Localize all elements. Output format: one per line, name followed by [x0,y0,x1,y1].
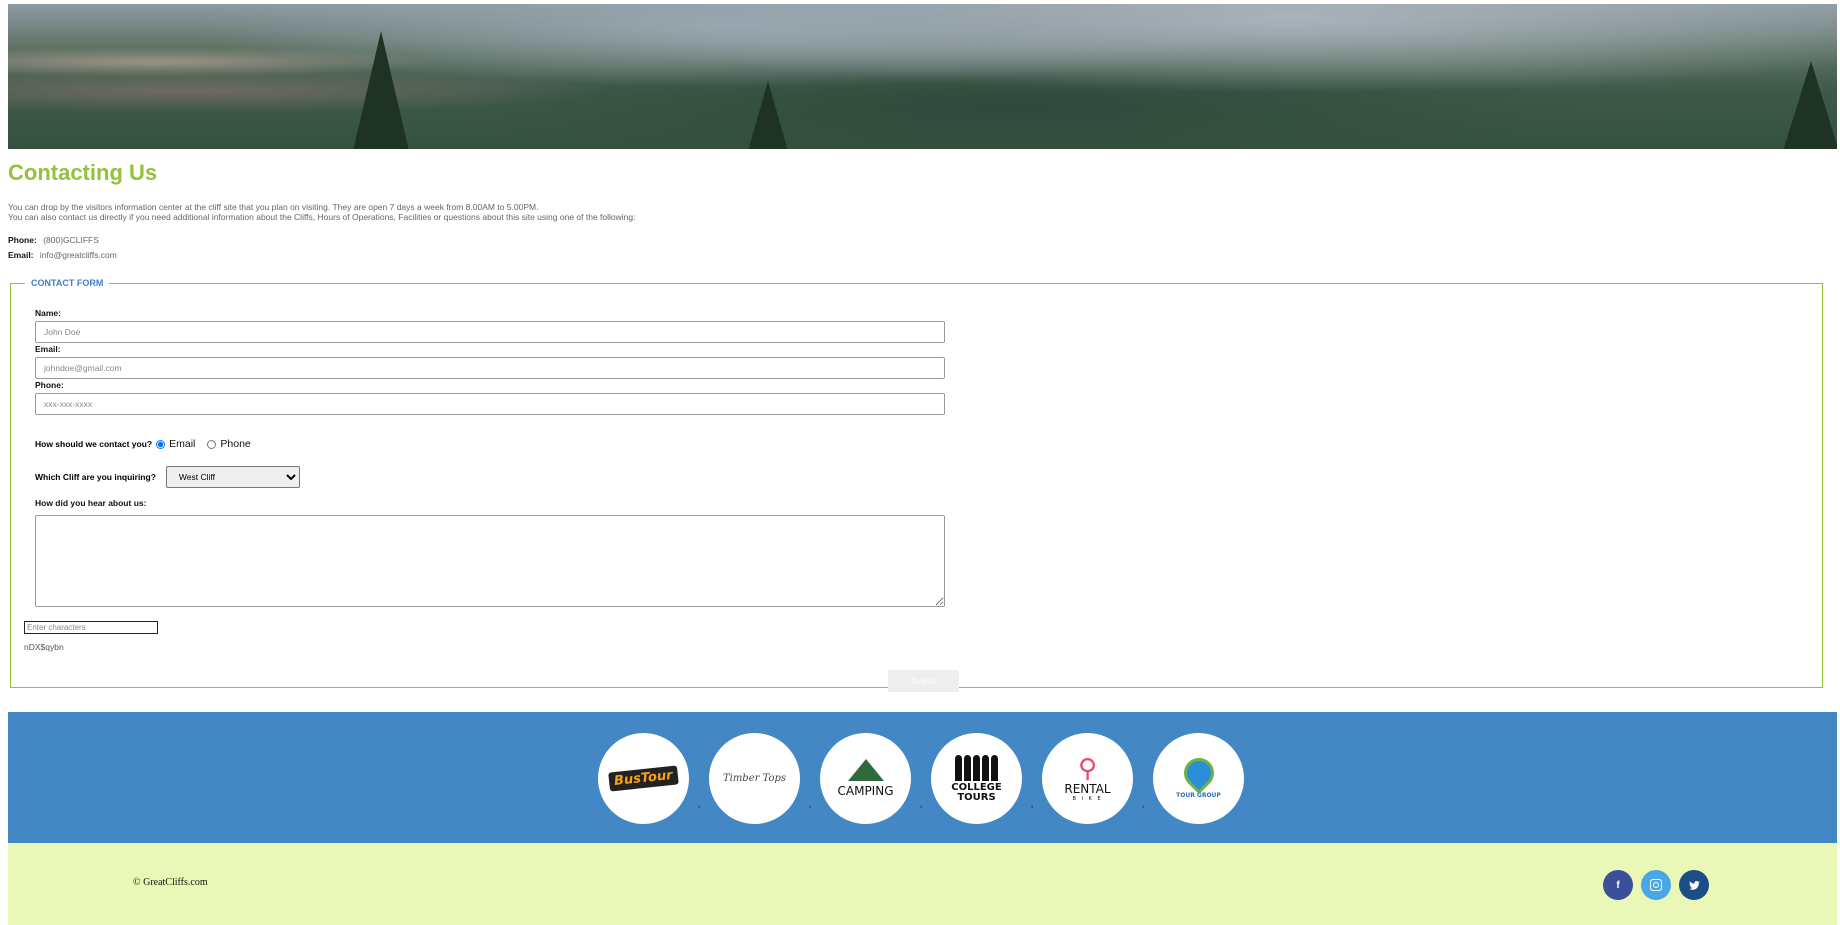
bus-tour-logo-text: BusTour [608,765,679,792]
submit-button[interactable]: Submit [888,670,959,692]
name-input[interactable] [35,321,945,343]
footer: © GreatCliffs.com f [8,843,1837,925]
camping-logo-text: CAMPING [837,784,894,798]
partner-item: CAMPING , [820,733,931,824]
twitter-icon[interactable] [1679,870,1709,900]
phone-label: Phone: [8,235,37,245]
logo-separator: , [808,799,812,810]
tent-icon [847,759,884,781]
contact-method-phone-label: Phone [220,438,251,450]
logo-separator: , [1141,799,1145,810]
intro-text: You can drop by the visitors information… [8,202,635,222]
tree-decoration [1783,61,1837,149]
leaf-drop-icon [1177,751,1220,795]
people-silhouette-icon [955,754,998,781]
email-value: info@greatcliffs.com [39,250,117,260]
logo-separator: , [697,799,701,810]
facebook-icon[interactable]: f [1603,870,1633,900]
page-title: Contacting Us [8,160,158,185]
social-links: f [1603,870,1709,900]
phone-value: (800)GCLIFFS [43,235,99,245]
contact-method-email-label: Email [169,438,196,450]
cliff-select-group: Which Cliff are you inquiring? West Clif… [35,466,300,488]
contact-email: Email: info@greatcliffs.com [8,250,117,260]
contact-form-legend: CONTACT FORM [31,278,104,288]
instagram-icon[interactable] [1641,870,1671,900]
partner-item: BusTour , [598,733,709,824]
contact-phone: Phone: (800)GCLIFFS [8,235,99,245]
intro-line-1: You can drop by the visitors information… [8,202,539,212]
contact-method-email-radio[interactable] [156,439,166,449]
intro-line-2: You can also contact us directly if you … [8,212,636,222]
contact-form: CONTACT FORM Name: Email: Phone: How sho… [10,278,1823,692]
partners-section: BusTour , Timber Tops , CAMPING , COLLEG… [8,712,1837,843]
bicycle-icon: ⚲ [1077,753,1098,784]
rental-bike-logo-subtext: B I K E [1072,795,1103,802]
copyright-text: © GreatCliffs.com [133,877,208,888]
partner-item: COLLEGE TOURS , [931,733,1042,824]
hear-about-label: How did you hear about us: [35,498,147,508]
name-label: Name: [35,308,61,318]
timber-tops-logo-text: Timber Tops [722,773,787,784]
logo-separator: , [919,799,923,810]
partner-item: ⚲ RENTAL B I K E , [1042,733,1153,824]
tree-decoration [353,31,409,149]
hear-about-textarea[interactable] [35,515,945,607]
logo-separator: , [1030,799,1034,810]
email-label: Email: [8,250,34,260]
camping-logo[interactable]: CAMPING [820,733,911,824]
bus-tour-logo[interactable]: BusTour [598,733,689,824]
college-tours-logo-text: COLLEGE TOURS [951,781,1002,803]
captcha-code: nDX$qybn [24,642,64,652]
email-label: Email: [35,344,61,354]
email-input[interactable] [35,357,945,379]
contact-method-phone-radio[interactable] [207,439,217,449]
tree-decoration [748,81,788,149]
tour-group-logo[interactable]: TOUR GROUP [1153,733,1244,824]
cliff-question: Which Cliff are you inquiring? [35,472,156,482]
partner-item: Timber Tops , [709,733,820,824]
header-banner-image [8,4,1837,149]
captcha-input[interactable] [24,621,158,634]
timber-tops-logo[interactable]: Timber Tops [709,733,800,824]
partner-logos: BusTour , Timber Tops , CAMPING , COLLEG… [598,733,1244,824]
rental-bike-logo[interactable]: ⚲ RENTAL B I K E [1042,733,1133,824]
contact-method-question: How should we contact you? [35,439,153,449]
cliff-select[interactable]: West Cliff [165,466,300,488]
rental-bike-logo-text: RENTAL [1064,781,1111,796]
phone-input[interactable] [35,393,945,415]
college-tours-logo[interactable]: COLLEGE TOURS [931,733,1022,824]
partner-item: TOUR GROUP [1153,733,1244,824]
contact-method-group: How should we contact you? Email Phone [35,438,263,450]
phone-label: Phone: [35,380,64,390]
